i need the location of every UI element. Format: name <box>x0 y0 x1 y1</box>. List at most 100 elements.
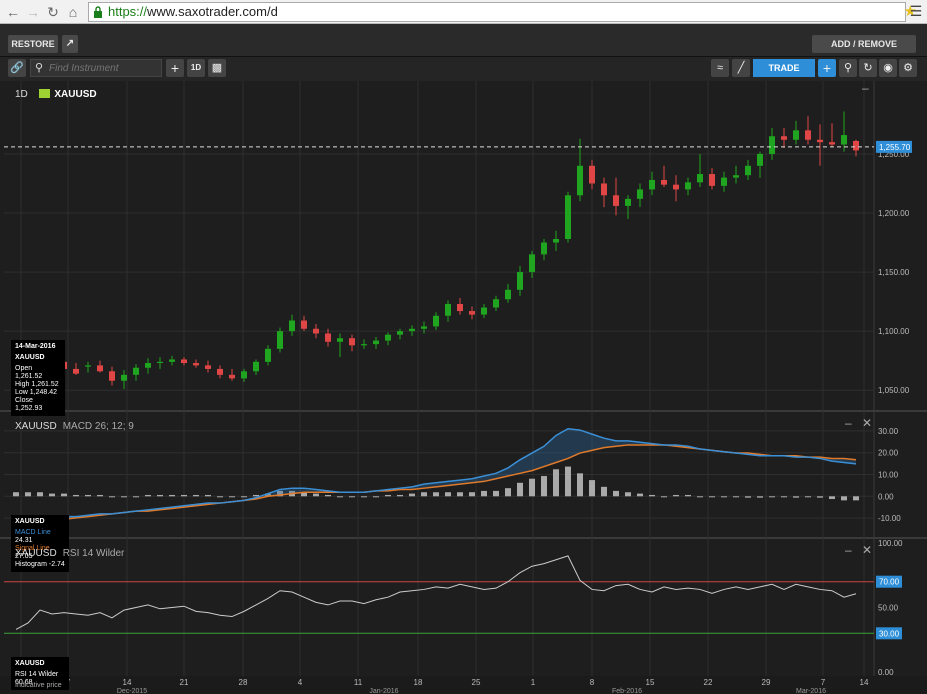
histogram-bar <box>313 493 319 497</box>
histogram-bar <box>649 494 655 497</box>
candle-body <box>745 165 751 176</box>
chart-type-icon[interactable]: ▩ <box>208 59 226 77</box>
period-label: 1D <box>15 89 28 100</box>
month-tick-label: Feb-2016 <box>612 688 642 694</box>
candle-body <box>673 184 679 190</box>
histogram-bar <box>505 488 511 497</box>
camera-icon[interactable]: ◉ <box>879 59 897 77</box>
link-icon[interactable]: 🔗 <box>8 59 26 77</box>
settings-gear-icon[interactable]: ⚙ <box>899 59 917 77</box>
rsi-indicator-label: RSI 14 Wilder <box>62 548 125 559</box>
trade-button[interactable]: TRADE <box>753 59 815 77</box>
search-input[interactable] <box>49 61 159 75</box>
histogram-bar <box>433 492 439 497</box>
zoom-icon[interactable]: ⚲ <box>839 59 857 77</box>
candle-body <box>85 365 91 367</box>
candle-body <box>229 374 235 379</box>
day-tick-label: 21 <box>180 678 189 687</box>
histogram-bar <box>565 466 571 497</box>
rsi-pane-title: XAUUSD RSI 14 Wilder <box>15 548 124 559</box>
candle-body <box>349 338 355 346</box>
rsi-symbol: XAUUSD <box>15 548 57 559</box>
chart-toolbar: 🔗 ⚲ + 1D ▩ ≈ ╱ TRADE + ⚲ ↻ ◉ ⚙ <box>0 57 927 81</box>
candle-body <box>853 140 859 151</box>
day-tick-label: 14 <box>123 678 132 687</box>
candle-body <box>373 340 379 345</box>
instrument-search[interactable]: ⚲ <box>30 59 162 77</box>
rsi-lower-label: 30.00 <box>879 629 900 638</box>
chart-area[interactable]: 1,250.00 1,200.00 1,150.00 1,100.00 1,050.00… <box>0 81 927 694</box>
histogram-bar <box>73 494 79 497</box>
minimize-rsi-icon[interactable]: – <box>845 543 852 557</box>
info-high: High 1,261.52 <box>15 381 59 388</box>
candle-body <box>529 254 535 273</box>
candle-body <box>145 363 151 368</box>
forward-icon[interactable]: → <box>24 3 42 21</box>
url-host: www.saxotrader.com <box>147 4 267 19</box>
candle-body <box>217 368 223 375</box>
histogram-bar <box>349 496 355 498</box>
day-tick-label: 11 <box>354 678 363 687</box>
histogram-bar <box>769 496 775 498</box>
candle-body <box>649 179 655 190</box>
url-path: /d <box>266 4 278 19</box>
candle-body <box>133 367 139 375</box>
browser-menu-icon[interactable]: ☰ <box>909 3 923 20</box>
histogram-bar <box>121 496 127 498</box>
draw-line-icon[interactable]: ╱ <box>732 59 750 77</box>
histogram-bar <box>613 490 619 497</box>
candle-body <box>601 183 607 196</box>
add-remove-charts-button[interactable]: ADD / REMOVE CHARTS <box>812 35 916 67</box>
address-bar[interactable]: https://www.saxotrader.com/d <box>88 2 906 22</box>
candle-body <box>493 299 499 308</box>
restore-button[interactable]: RESTORE <box>8 35 58 53</box>
macd-pane-title: XAUUSD MACD 26; 12; 9 <box>15 421 134 432</box>
candle-body <box>421 326 427 329</box>
histogram-bar <box>193 494 199 497</box>
candle-body <box>697 174 703 183</box>
popout-icon[interactable]: ↗ <box>62 35 78 53</box>
url-scheme: https:// <box>108 4 148 19</box>
histogram-bar <box>13 492 19 497</box>
price-tick-label: 1,050.00 <box>878 386 910 395</box>
candle-body <box>361 344 367 346</box>
price-tick-label: 1,200.00 <box>878 209 910 218</box>
candle-body <box>337 338 343 342</box>
histogram-bar <box>817 496 823 498</box>
candle-body <box>505 289 511 300</box>
candle-body <box>289 320 295 332</box>
macd-tick-label: 30.00 <box>878 427 899 436</box>
histogram-bar <box>37 492 43 497</box>
crosshair-icon[interactable]: + <box>818 59 836 77</box>
macd-tick-label: 20.00 <box>878 449 899 458</box>
day-tick-label: 25 <box>472 678 481 687</box>
minimize-main-icon[interactable]: – <box>862 81 869 95</box>
candle-body <box>205 365 211 369</box>
candle-body <box>721 177 727 186</box>
candle-body <box>541 242 547 255</box>
home-icon[interactable]: ⌂ <box>64 3 82 21</box>
histogram-bar <box>181 494 187 497</box>
close-macd-icon[interactable]: ✕ <box>862 416 872 430</box>
candle-body <box>313 328 319 334</box>
indicators-icon[interactable]: ≈ <box>711 59 729 77</box>
reload-icon[interactable]: ↻ <box>44 3 62 21</box>
price-tick-label: 1,150.00 <box>878 268 910 277</box>
refresh-icon[interactable]: ↻ <box>859 59 877 77</box>
candle-body <box>397 331 403 335</box>
histogram-bar <box>49 493 55 497</box>
add-instrument-icon[interactable]: + <box>166 59 184 77</box>
histogram-bar <box>229 496 235 498</box>
rsi-tick-label: 50.00 <box>878 604 899 613</box>
minimize-macd-icon[interactable]: – <box>845 416 852 430</box>
close-rsi-icon[interactable]: ✕ <box>862 543 872 557</box>
rsi-layer <box>4 555 874 634</box>
histogram-bar <box>97 494 103 497</box>
day-tick-label: 22 <box>704 678 713 687</box>
histogram-bar <box>745 496 751 498</box>
period-button[interactable]: 1D <box>187 59 205 77</box>
candle-body <box>169 359 175 362</box>
macd-info-hist: Histogram -2.74 <box>15 561 65 568</box>
back-icon[interactable]: ← <box>4 3 22 21</box>
chart-canvas[interactable]: 1,250.001,200.001,150.001,100.001,050.00… <box>0 81 927 694</box>
